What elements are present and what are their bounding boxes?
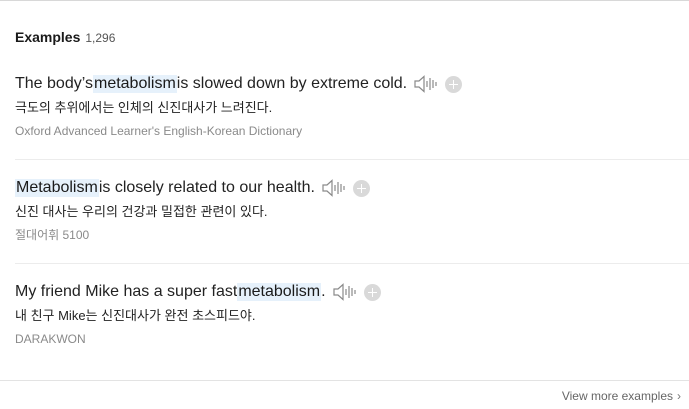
examples-count: 1,296	[85, 31, 116, 45]
view-more-label: View more examples	[561, 389, 673, 403]
sentence-text: .	[321, 283, 326, 300]
sentence-text: is slowed down by extreme cold.	[176, 75, 408, 92]
add-wordbook-icon[interactable]	[445, 75, 463, 93]
highlighted-word: metabolism	[92, 75, 177, 93]
example-sentence-en: The body’s metabolism is slowed down by …	[15, 72, 689, 96]
example-source: 절대어휘 5100	[15, 228, 90, 242]
example-source: Oxford Advanced Learner's English-Korean…	[15, 124, 303, 138]
example-source: DARAKWON	[15, 332, 86, 346]
speaker-icon[interactable]	[332, 283, 357, 301]
example-item: My friend Mike has a super fast metaboli…	[15, 280, 689, 368]
speaker-icon[interactable]	[322, 179, 346, 197]
highlighted-word: Metabolism	[15, 179, 99, 197]
example-translation-ko: 극도의 추위에서는 인체의 신진대사가 느려진다.	[15, 100, 273, 115]
sentence-text: The body’s	[15, 75, 93, 92]
examples-header: Examples 1,296	[15, 29, 115, 45]
example-sentence-en: Metabolism is closely related to our hea…	[15, 176, 689, 200]
add-wordbook-icon[interactable]	[352, 179, 370, 197]
example-translation-ko: 신진 대사는 우리의 건강과 밀접한 관련이 있다.	[15, 204, 268, 219]
speaker-icon[interactable]	[414, 75, 438, 93]
highlighted-word: metabolism	[237, 283, 322, 301]
sentence-text: My friend Mike has a super fast	[15, 283, 238, 300]
add-wordbook-icon[interactable]	[363, 283, 381, 301]
examples-title: Examples	[15, 29, 81, 45]
view-more-examples-link[interactable]: View more examples ›	[562, 389, 681, 403]
examples-footer: View more examples ›	[0, 380, 689, 409]
chevron-right-icon: ›	[677, 389, 681, 403]
example-translation-ko: 내 친구 Mike는 신진대사가 완전 초스피드야.	[15, 308, 256, 323]
example-item: Metabolism is closely related to our hea…	[15, 176, 689, 264]
examples-panel: Examples 1,296 The body’s metabolism is …	[0, 0, 689, 409]
sentence-text: is closely related to our health.	[98, 179, 315, 196]
example-item: The body’s metabolism is slowed down by …	[15, 72, 689, 160]
example-sentence-en: My friend Mike has a super fast metaboli…	[15, 280, 689, 304]
